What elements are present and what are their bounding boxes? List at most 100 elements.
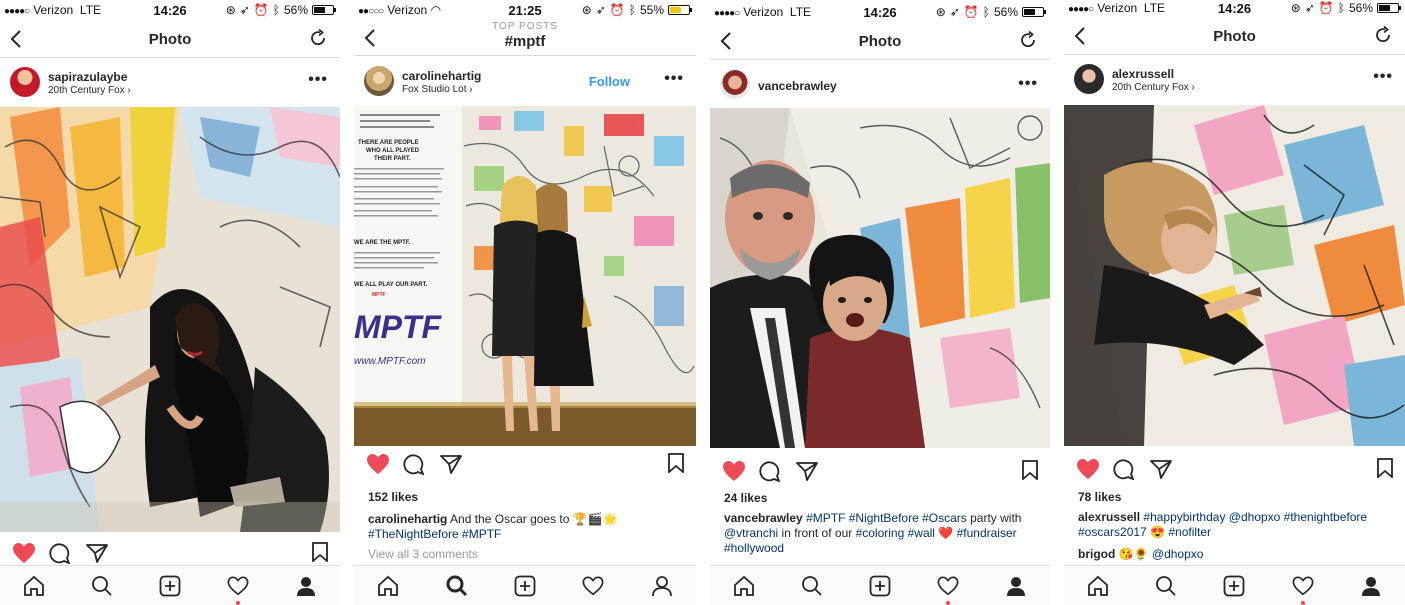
bookmark-icon (312, 542, 328, 563)
like-button[interactable] (722, 460, 746, 487)
bluetooth-icon: ᛒ (1337, 1, 1345, 15)
username-link[interactable]: sapirazulaybe (48, 70, 127, 84)
tab-add[interactable] (1219, 571, 1249, 601)
tab-add[interactable] (155, 571, 185, 601)
share-button[interactable] (440, 453, 462, 480)
tab-add[interactable] (865, 571, 895, 601)
lock-rotation-icon: ⊛ (225, 3, 236, 17)
heart-icon (937, 575, 959, 595)
tab-search[interactable] (1151, 571, 1181, 601)
tab-activity[interactable] (223, 571, 253, 605)
nav-bar: Photo (710, 22, 1050, 60)
avatar[interactable] (1074, 64, 1104, 94)
refresh-button[interactable] (1018, 30, 1038, 56)
caption-hashtags[interactable]: #TheNightBefore #MPTF (368, 527, 501, 541)
tab-home[interactable] (1083, 571, 1113, 601)
caption-text: in front of our (778, 526, 856, 540)
tab-add[interactable] (510, 571, 540, 601)
status-bar: ●●○○○ Verizon ◠ 21:25 ⊛ ➶ ⏰ ᛒ 55% (354, 0, 696, 20)
caption-hashtags[interactable]: #oscars2017 (1078, 525, 1147, 539)
caption-mention[interactable]: @vtranchi (724, 526, 778, 540)
chevron-right-icon: › (469, 84, 473, 95)
more-options-button[interactable]: ••• (1018, 75, 1038, 93)
battery-percent: 56% (993, 5, 1018, 19)
more-options-button[interactable]: ••• (1373, 68, 1393, 86)
post-photo[interactable] (0, 107, 340, 532)
comment-mention[interactable]: @dhopxo (1152, 547, 1204, 561)
chevron-right-icon: › (1191, 82, 1195, 93)
notification-dot (1300, 600, 1305, 605)
tab-activity[interactable] (933, 571, 963, 605)
avatar[interactable] (10, 67, 40, 97)
post-photo[interactable] (1064, 105, 1405, 446)
caption-username[interactable]: alexrussell (1078, 510, 1140, 524)
tab-home[interactable] (729, 571, 759, 601)
caption-heart-emoji: ❤️ (938, 526, 954, 540)
avatar[interactable] (364, 66, 394, 96)
caption-hashtags[interactable]: #MPTF #NightBefore #Oscars (806, 511, 967, 525)
battery-percent: 56% (1348, 1, 1373, 15)
tab-search[interactable] (797, 571, 827, 601)
location-link[interactable]: 20th Century Fox › (48, 85, 131, 96)
comment-username[interactable]: brigod (1078, 547, 1115, 561)
like-button[interactable] (366, 453, 390, 480)
caption-hashtags[interactable]: #happybirthday @dhopxo #thenightbefore (1143, 510, 1367, 524)
username-link[interactable]: vancebrawley (758, 79, 837, 93)
bluetooth-icon: ᛒ (628, 3, 636, 17)
share-button[interactable] (796, 460, 818, 487)
save-button[interactable] (1022, 460, 1038, 485)
location-link[interactable]: 20th Century Fox › (1112, 82, 1195, 93)
post-photo[interactable]: THERE ARE PEOPLE WHO ALL PLAYED THEIR PA… (354, 106, 696, 446)
add-icon (514, 575, 536, 596)
caption-hashtags[interactable]: #hollywood (724, 541, 784, 555)
profile-icon (1007, 576, 1025, 596)
avatar[interactable] (720, 69, 750, 99)
refresh-button[interactable] (308, 28, 328, 54)
like-count[interactable]: 78 likes (1078, 490, 1121, 504)
refresh-button[interactable] (1373, 25, 1393, 51)
username-link[interactable]: alexrussell (1112, 67, 1174, 81)
username-link[interactable]: carolinehartig (402, 69, 481, 83)
share-button[interactable] (1150, 458, 1172, 485)
like-count[interactable]: 24 likes (724, 491, 767, 505)
tab-profile[interactable] (1001, 571, 1031, 601)
more-options-button[interactable]: ••• (308, 71, 328, 89)
comment-icon (759, 461, 781, 483)
caption-hashtags[interactable]: #nofilter (1165, 525, 1211, 539)
tab-search[interactable] (442, 571, 472, 601)
tab-profile[interactable] (1356, 571, 1386, 601)
heart-icon (582, 575, 604, 595)
caption-hashtags[interactable]: #coloring #wall (856, 526, 935, 540)
comment-button[interactable] (1112, 458, 1135, 485)
tab-home[interactable] (19, 571, 49, 601)
view-all-comments-link[interactable]: View all 3 comments (368, 547, 478, 561)
caption-hashtags[interactable]: #fundraiser (953, 526, 1017, 540)
caption-username[interactable]: carolinehartig (368, 512, 447, 526)
tab-profile[interactable] (647, 571, 677, 601)
like-button[interactable] (1076, 458, 1100, 485)
location-link[interactable]: Fox Studio Lot › (402, 84, 473, 95)
profile-icon (651, 575, 672, 596)
save-button[interactable] (668, 453, 684, 478)
heart-filled-icon (1077, 459, 1099, 479)
post-header: sapirazulaybe 20th Century Fox › ••• (0, 59, 340, 105)
location-icon: ➶ (239, 3, 250, 17)
tab-profile[interactable] (291, 571, 321, 601)
comment-button[interactable] (758, 460, 781, 487)
post-photo[interactable] (710, 108, 1050, 448)
more-options-button[interactable]: ••• (664, 70, 684, 88)
save-button[interactable] (1377, 458, 1393, 483)
tab-activity[interactable] (1288, 571, 1318, 605)
notification-dot (236, 600, 240, 605)
tab-home[interactable] (373, 571, 403, 601)
caption-username[interactable]: vancebrawley (724, 511, 803, 525)
comment-button[interactable] (402, 453, 425, 480)
tab-search[interactable] (87, 571, 117, 601)
save-button[interactable] (312, 542, 328, 567)
like-count[interactable]: 152 likes (368, 490, 418, 504)
wall-text-line: THERE ARE PEOPLE (358, 140, 418, 146)
tab-activity[interactable] (578, 571, 608, 601)
follow-button[interactable]: Follow (589, 74, 630, 89)
comment-item: brigod 😘🌻 @dhopxo (1078, 547, 1395, 562)
nav-bar: Photo (1064, 17, 1405, 55)
